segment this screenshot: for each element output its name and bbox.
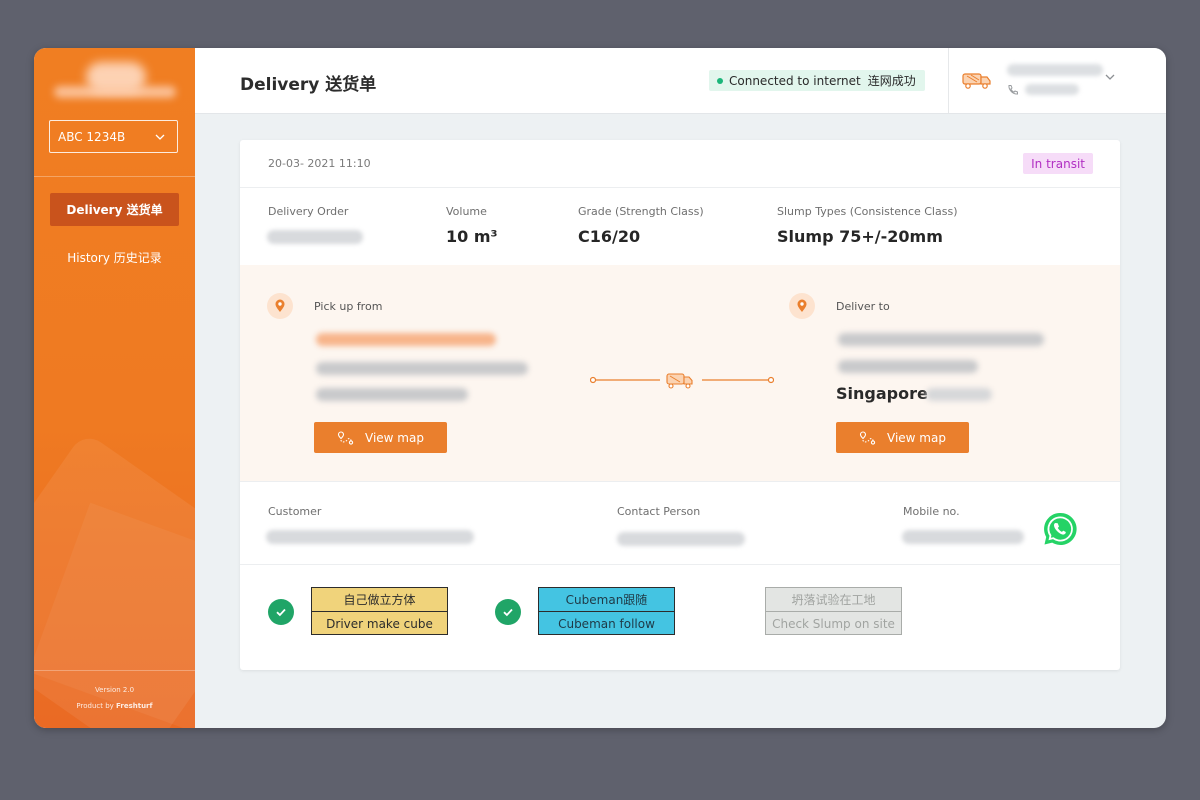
driver-phone bbox=[1025, 84, 1079, 95]
task-label-en: Cubeman follow bbox=[558, 616, 655, 631]
location-pin-icon bbox=[267, 293, 293, 319]
vehicle-select-value: ABC 1234B bbox=[58, 129, 126, 144]
contact-person-value bbox=[617, 532, 745, 546]
app-window: ABC 1234B Delivery 送货单 History 历史记录 Vers… bbox=[34, 48, 1166, 728]
sidebar-divider bbox=[34, 670, 195, 671]
page-title: Delivery 送货单 bbox=[240, 75, 377, 95]
task-label-en: Check Slump on site bbox=[772, 616, 895, 631]
locations-section: Pick up from View map Deliver to Singapo… bbox=[240, 265, 1120, 481]
volume-label: Volume bbox=[446, 205, 487, 218]
location-pin-icon bbox=[789, 293, 815, 319]
whatsapp-icon[interactable] bbox=[1041, 510, 1079, 548]
task-label-cn: Cubeman跟随 bbox=[539, 588, 674, 612]
deliver-name bbox=[838, 333, 1044, 346]
status-dot-icon bbox=[717, 77, 723, 84]
pickup-address-line bbox=[316, 388, 468, 401]
driver-name bbox=[1007, 64, 1103, 76]
deliver-to-label: Deliver to bbox=[836, 300, 890, 313]
truck-icon bbox=[962, 73, 991, 89]
route-map-icon bbox=[337, 430, 354, 445]
pickup-label: Pick up from bbox=[314, 300, 383, 313]
phone-icon bbox=[1008, 85, 1018, 95]
task-label-en: Driver make cube bbox=[326, 616, 433, 631]
connection-status-badge: Connected to internet 连网成功 bbox=[709, 70, 925, 91]
pickup-view-map-button[interactable]: View map bbox=[314, 422, 447, 453]
grade-value: C16/20 bbox=[578, 227, 641, 246]
deliver-view-map-label: View map bbox=[887, 430, 946, 445]
pickup-view-map-label: View map bbox=[365, 430, 424, 445]
task-check-slump: 坍落试验在工地 Check Slump on site bbox=[765, 587, 902, 635]
card-divider bbox=[240, 187, 1120, 188]
status-badge: In transit bbox=[1023, 153, 1093, 174]
pickup-address-line bbox=[316, 362, 528, 375]
product-credit: Product by Freshturf bbox=[76, 702, 153, 710]
mobile-value bbox=[902, 530, 1024, 544]
task-label-cn: 坍落试验在工地 bbox=[766, 588, 901, 612]
deliver-address-line bbox=[838, 360, 978, 373]
volume-value: 10 m³ bbox=[446, 227, 498, 246]
contact-person-label: Contact Person bbox=[617, 505, 701, 518]
sidebar: ABC 1234B Delivery 送货单 History 历史记录 Vers… bbox=[34, 48, 195, 728]
vehicle-select[interactable]: ABC 1234B bbox=[49, 120, 178, 153]
pickup-name bbox=[316, 333, 496, 346]
delivery-card: 20-03- 2021 11:10 In transit Delivery Or… bbox=[240, 140, 1120, 670]
card-divider bbox=[240, 481, 1120, 482]
sidebar-item-delivery[interactable]: Delivery 送货单 bbox=[50, 193, 179, 226]
deliver-view-map-button[interactable]: View map bbox=[836, 422, 969, 453]
slump-label: Slump Types (Consistence Class) bbox=[777, 205, 958, 218]
customer-label: Customer bbox=[268, 505, 322, 518]
delivery-order-label: Delivery Order bbox=[268, 205, 349, 218]
top-header: Delivery 送货单 Connected to internet 连网成功 bbox=[195, 48, 1166, 114]
sidebar-item-history[interactable]: History 历史记录 bbox=[50, 241, 179, 274]
route-map-icon bbox=[859, 430, 876, 445]
task-cubeman-follow: Cubeman跟随 Cubeman follow bbox=[538, 587, 675, 635]
version-label: Version 2.0 bbox=[94, 686, 135, 694]
check-icon bbox=[495, 599, 521, 625]
card-divider bbox=[240, 564, 1120, 565]
chevron-down-icon[interactable] bbox=[1105, 74, 1115, 81]
delivery-order-value bbox=[267, 230, 363, 244]
grade-label: Grade (Strength Class) bbox=[578, 205, 704, 218]
header-divider bbox=[948, 48, 949, 113]
deliver-city: Singapore bbox=[836, 384, 928, 403]
mobile-label: Mobile no. bbox=[903, 505, 960, 518]
slump-value: Slump 75+/-20mm bbox=[777, 227, 943, 246]
sidebar-divider bbox=[34, 176, 195, 177]
connection-status-text-cn: 连网成功 bbox=[867, 74, 916, 88]
delivery-datetime: 20-03- 2021 11:10 bbox=[268, 157, 371, 170]
deliver-postal-code bbox=[926, 388, 992, 401]
connection-status-text: Connected to internet bbox=[729, 73, 861, 88]
task-driver-make-cube: 自己做立方体 Driver make cube bbox=[311, 587, 448, 635]
route-truck-icon bbox=[590, 373, 774, 389]
check-icon bbox=[268, 599, 294, 625]
chevron-down-icon bbox=[155, 134, 165, 140]
customer-value bbox=[266, 530, 474, 544]
company-logo bbox=[54, 60, 176, 104]
task-label-cn: 自己做立方体 bbox=[312, 588, 447, 612]
